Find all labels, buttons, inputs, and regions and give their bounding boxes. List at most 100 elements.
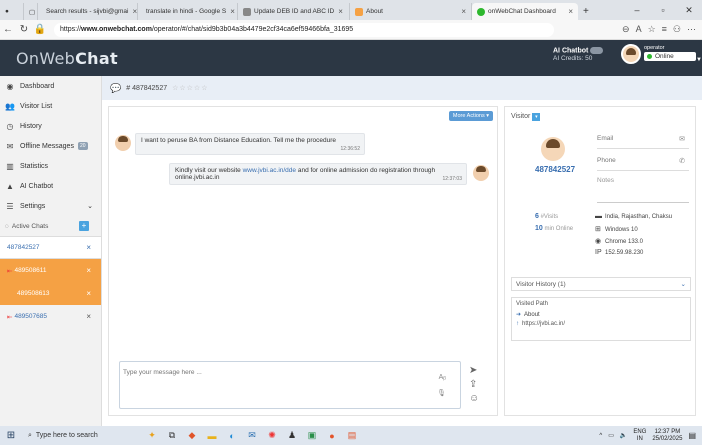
operator-avatar bbox=[473, 165, 489, 181]
favorite-star-icon[interactable]: ☆ bbox=[648, 24, 656, 35]
upload-icon[interactable]: ⇪ bbox=[469, 379, 477, 390]
read-aloud-icon[interactable]: A bbox=[636, 24, 642, 35]
sidebar-item-settings[interactable]: ☰ Settings ⌄ bbox=[0, 196, 101, 216]
close-chat-icon[interactable]: × bbox=[86, 312, 91, 321]
network-icon[interactable]: ▭ bbox=[608, 432, 614, 439]
arrow-right-icon: ➜ bbox=[516, 312, 522, 318]
address-bar: ← ↻ 🔒 https://www.onwebchat.com/operator… bbox=[0, 20, 702, 40]
sidebar-item-ai-chatbot[interactable]: ▲ AI Chatbot bbox=[0, 176, 101, 196]
close-icon[interactable]: × bbox=[230, 7, 235, 16]
operator-message: Kindly visit our website www.jvbi.ac.in/… bbox=[169, 163, 467, 185]
widgets-icon[interactable]: ✦ bbox=[142, 430, 162, 441]
app-icon[interactable]: ● bbox=[322, 431, 342, 441]
close-icon[interactable]: × bbox=[132, 7, 137, 16]
chevron-down-icon[interactable]: ▼ bbox=[696, 57, 702, 63]
sidebar-item-visitor-list[interactable]: 👥 Visitor List bbox=[0, 96, 101, 116]
visited-path-item[interactable]: ➜ About bbox=[516, 311, 686, 318]
more-actions-button[interactable]: More Actions ▾ bbox=[448, 111, 493, 121]
zoom-icon[interactable]: ⊖ bbox=[622, 24, 630, 35]
rating-stars[interactable]: ☆☆☆☆☆ bbox=[172, 84, 208, 92]
emoji-icon[interactable]: ☺ bbox=[469, 393, 479, 404]
tab-translate[interactable]: translate in hindi - Google S × bbox=[138, 3, 238, 20]
sidebar-item-statistics[interactable]: ▥ Statistics bbox=[0, 156, 101, 176]
visited-path-item[interactable]: ↑ https://jvbi.ac.in/ bbox=[516, 321, 686, 327]
tab-search-results[interactable]: Search results - sijvbi@gmai × bbox=[38, 3, 138, 20]
close-chat-icon[interactable]: × bbox=[86, 266, 91, 275]
incoming-arrow-icon: ⇤ bbox=[7, 313, 13, 321]
more-icon[interactable]: ⋯ bbox=[687, 24, 696, 35]
close-chat-icon[interactable]: × bbox=[86, 243, 91, 252]
add-chat-button[interactable]: + bbox=[79, 221, 89, 231]
active-chats-header: ◌ Active Chats + bbox=[0, 216, 101, 236]
edge-icon[interactable]: ◐ bbox=[222, 431, 242, 441]
microphone-icon[interactable]: 🎙 bbox=[437, 389, 446, 397]
visitor-dropdown-button[interactable]: ▾ bbox=[532, 113, 541, 121]
sidebar-item-offline-messages[interactable]: ✉ Offline Messages 20 bbox=[0, 136, 101, 156]
email-field[interactable]: Email ✉ bbox=[597, 135, 689, 149]
taskbar-search[interactable]: ⌕ Type here to search bbox=[22, 428, 142, 443]
tab-onwebchat[interactable]: onWebChat Dashboard × bbox=[472, 3, 578, 20]
ai-assist-icon[interactable]: Aᵦ bbox=[439, 374, 446, 381]
notification-icon[interactable]: ▤ bbox=[688, 431, 696, 440]
close-chat-icon[interactable]: × bbox=[86, 289, 91, 298]
app-icon[interactable]: ◆ bbox=[182, 430, 202, 441]
app-icon[interactable]: ▤ bbox=[342, 430, 362, 441]
offline-count-badge: 20 bbox=[77, 142, 88, 150]
message-input[interactable] bbox=[123, 365, 423, 379]
tab-update-deb[interactable]: Update DEB ID and ABC ID × bbox=[238, 3, 350, 20]
sidebar-item-history[interactable]: ◷ History bbox=[0, 116, 101, 136]
chat-icon: ◌ bbox=[5, 222, 9, 230]
send-icon[interactable]: ➤ bbox=[469, 365, 477, 376]
visitor-ip: IP 152.59.98.230 bbox=[595, 249, 644, 256]
phone-field[interactable]: Phone ✆ bbox=[597, 157, 689, 171]
visitor-history-dropdown[interactable]: Visitor History (1) ⌄ bbox=[511, 277, 691, 291]
dashboard-icon: ◉ bbox=[6, 81, 14, 91]
app-logo[interactable]: OnWebChat bbox=[0, 49, 118, 68]
app-icon[interactable]: ▣ bbox=[302, 430, 322, 441]
language-indicator[interactable]: ENG IN bbox=[633, 429, 646, 443]
app-icon[interactable]: ✺ bbox=[262, 430, 282, 441]
windows-start-icon[interactable]: ⊞ bbox=[0, 430, 22, 441]
new-tab-button[interactable]: + bbox=[578, 3, 598, 20]
onwebchat-icon bbox=[477, 7, 485, 16]
back-icon[interactable]: ← bbox=[0, 24, 16, 35]
chat-list-item[interactable]: ⇤ 489508611 × bbox=[0, 259, 101, 282]
file-explorer-icon[interactable]: ▬ bbox=[202, 431, 222, 441]
visitor-message: I want to peruse BA from Distance Educat… bbox=[135, 133, 365, 155]
task-view-icon[interactable]: ⧉ bbox=[162, 430, 182, 441]
tab-about[interactable]: About × bbox=[350, 3, 472, 20]
chat-list-item[interactable]: 487842527 × bbox=[0, 236, 101, 259]
status-dropdown[interactable]: Online bbox=[644, 52, 696, 61]
notes-field[interactable]: Notes bbox=[597, 175, 689, 203]
close-icon[interactable]: × bbox=[461, 7, 466, 16]
close-icon[interactable]: × bbox=[568, 7, 573, 16]
ai-chatbot-toggle[interactable] bbox=[590, 47, 604, 54]
operator-avatar[interactable] bbox=[621, 44, 641, 64]
chat-list-item[interactable]: ⇤ 489507685 × bbox=[0, 305, 101, 328]
online-stat: 10 min Online bbox=[535, 225, 574, 232]
lock-icon[interactable]: 🔒 bbox=[32, 24, 48, 35]
chat-list-item[interactable]: 489508613 × bbox=[0, 282, 101, 305]
volume-icon[interactable]: 🔈 bbox=[620, 432, 627, 439]
extensions-icon[interactable]: ⚇ bbox=[673, 24, 681, 35]
chat-bubble-icon: 💬 bbox=[110, 82, 122, 93]
restore-icon[interactable]: ▫ bbox=[650, 5, 676, 15]
tab-actions-icon[interactable]: ▢ bbox=[24, 3, 38, 20]
sidebar-item-dashboard[interactable]: ◉ Dashboard bbox=[0, 76, 101, 96]
message-composer: Aᵦ 🎙 bbox=[119, 361, 461, 409]
minimize-icon[interactable]: – bbox=[624, 5, 650, 15]
favorites-icon[interactable]: ≡ bbox=[662, 24, 667, 35]
chat-panel: More Actions ▾ I want to peruse BA from … bbox=[108, 106, 498, 416]
close-icon[interactable]: × bbox=[338, 7, 343, 16]
tray-chevron-icon[interactable]: ^ bbox=[599, 433, 602, 439]
close-window-icon[interactable]: ✕ bbox=[676, 5, 702, 16]
refresh-icon[interactable]: ↻ bbox=[16, 24, 32, 35]
clock[interactable]: 12:37 PM 25/02/2025 bbox=[652, 429, 682, 443]
incoming-arrow-icon: ⇤ bbox=[7, 267, 13, 275]
mail-icon[interactable]: ✉ bbox=[242, 430, 262, 441]
message-link[interactable]: www.jvbi.ac.in/dde bbox=[243, 167, 296, 174]
profile-icon[interactable]: ● bbox=[0, 3, 24, 20]
url-field[interactable]: https://www.onwebchat.com/operator/#/cha… bbox=[54, 22, 554, 37]
app-icon[interactable]: ♟ bbox=[282, 430, 302, 441]
sliders-icon: ☰ bbox=[6, 201, 14, 211]
